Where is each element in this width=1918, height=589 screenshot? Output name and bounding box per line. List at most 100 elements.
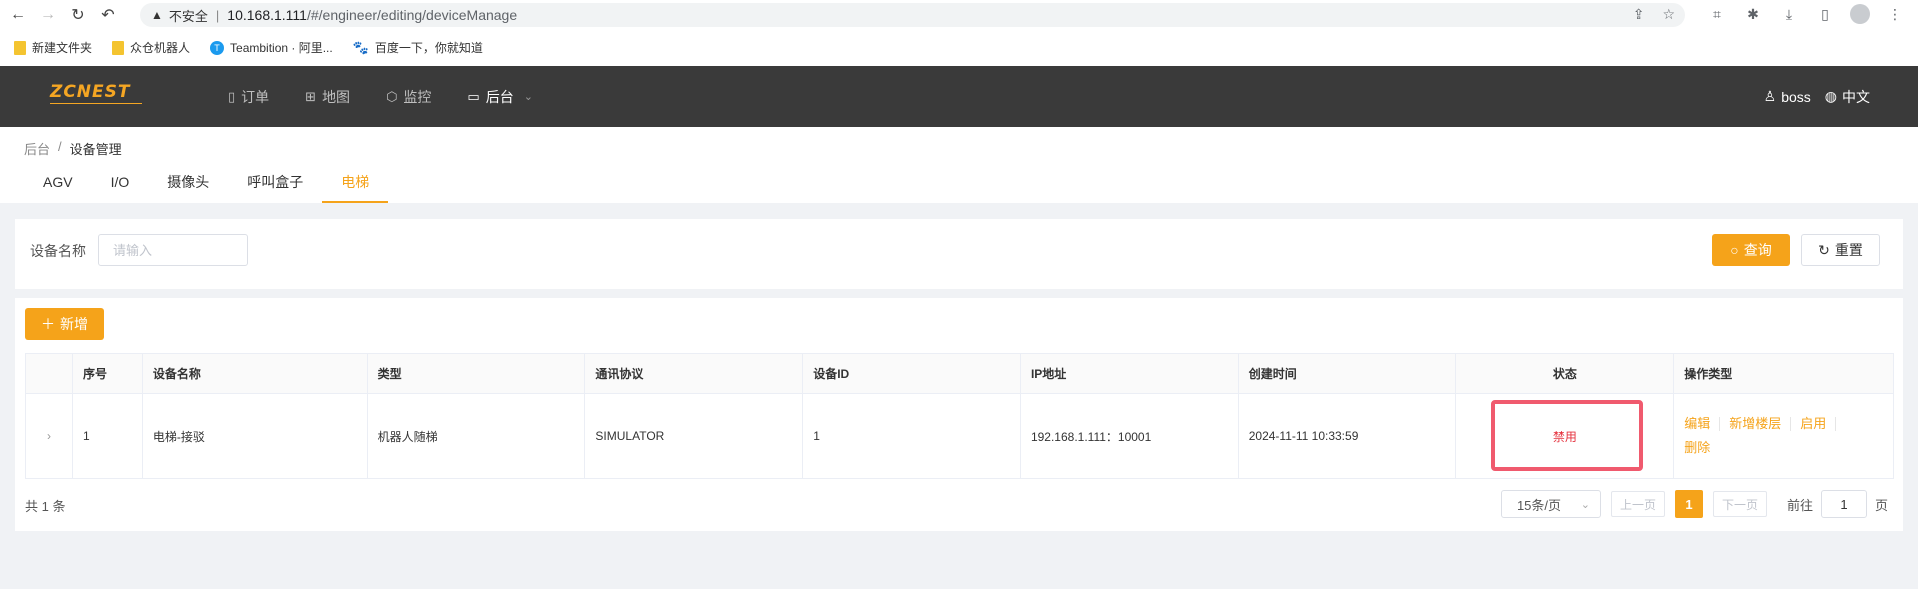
header-user-area: ♙ boss ◍ 中文 [1764, 66, 1870, 127]
header-ip: IP地址 [1021, 354, 1239, 393]
tab-io[interactable]: I/O [92, 161, 149, 203]
header-expand [26, 354, 73, 393]
language-label: 中文 [1842, 88, 1870, 105]
header-actions: 操作类型 [1684, 367, 1733, 381]
bookmark-label: 百度一下，你就知道 [374, 41, 483, 55]
bookmark-item[interactable]: T Teambition · 阿里... [210, 39, 333, 56]
tab-elevator[interactable]: 电梯 [322, 161, 389, 203]
breadcrumb-root[interactable]: 后台 [24, 139, 50, 158]
cell-status: 禁用 [1456, 394, 1675, 478]
page-jump: 前往 页 [1787, 490, 1888, 518]
reload-icon[interactable]: ↻ [66, 3, 90, 27]
nav-item-monitor[interactable]: ⬡ 监控 [386, 87, 431, 107]
profile-avatar[interactable] [1850, 4, 1870, 24]
cell-protocol: SIMULATOR [585, 394, 804, 478]
menu-icon[interactable]: ⋮ [1884, 3, 1906, 25]
enable-link[interactable]: 启用 [1800, 417, 1837, 431]
tab-call-box[interactable]: 呼叫盒子 [228, 161, 322, 203]
star-icon[interactable]: ☆ [1662, 6, 1675, 23]
app-header: ZCNEST ▯ 订单 ⊞ 地图 ⬡ 监控 ▭ 后台 ⌄ ♙ boss ◍ 中文 [0, 66, 1918, 127]
browser-toolbar: ← → ↻ ↶ ▲ 不安全 | 10.168.1.111/#/engineer/… [0, 0, 1918, 29]
delete-link[interactable]: 删除 [1684, 441, 1719, 455]
logo[interactable]: ZCNEST [50, 82, 142, 110]
nav-item-orders[interactable]: ▯ 订单 [228, 87, 269, 107]
device-name-input[interactable] [98, 234, 248, 266]
download-icon[interactable]: ⤓ [1778, 3, 1800, 25]
logo-underline [50, 103, 142, 104]
chevron-down-icon: ⌄ [523, 91, 533, 103]
extensions-icon[interactable]: ✱ [1742, 3, 1764, 25]
address-separator: | [215, 7, 220, 23]
language-switch[interactable]: ◍ 中文 [1825, 87, 1870, 107]
bookmark-label: Teambition · 阿里... [230, 41, 333, 55]
nav-label: 地图 [322, 88, 351, 105]
device-name-label: 设备名称 [30, 243, 86, 259]
breadcrumb-current: 设备管理 [69, 142, 122, 157]
reset-label: 重置 [1834, 242, 1863, 258]
nav-item-backend[interactable]: ▭ 后台 ⌄ [467, 87, 533, 107]
nav-label: 后台 [485, 88, 514, 105]
bookmark-item[interactable]: 新建文件夹 [14, 39, 92, 56]
nav-item-map[interactable]: ⊞ 地图 [305, 87, 350, 107]
reset-button[interactable]: ↻ 重置 [1801, 234, 1880, 266]
breadcrumb: 后台 / 设备管理 [24, 139, 122, 158]
baidu-icon: 🐾 [352, 39, 369, 55]
table-header: 序号 设备名称 类型 通讯协议 设备ID IP地址 创建时间 状态 操作类型 [26, 354, 1893, 394]
goto-prefix: 前往 [1786, 497, 1813, 513]
goto-page-input[interactable] [1820, 490, 1867, 518]
share-icon[interactable]: ⇪ [1633, 6, 1645, 23]
device-table: 序号 设备名称 类型 通讯协议 设备ID IP地址 创建时间 状态 操作类型 ›… [25, 353, 1894, 479]
action-links: 编辑 新增楼层 启用 删除 [1684, 417, 1854, 455]
nav-label: 订单 [241, 88, 270, 105]
search-icon: ○ [1730, 242, 1739, 258]
cell-index: 1 [73, 394, 143, 478]
expand-chevron-icon[interactable]: › [26, 394, 73, 478]
table-row: › 1 电梯-接驳 机器人随梯 SIMULATOR 1 192.168.1.11… [26, 394, 1893, 478]
folder-icon [14, 40, 26, 55]
cell-ip: 192.168.1.111：10001 [1021, 394, 1239, 478]
undo-icon[interactable]: ↶ [96, 3, 120, 27]
tab-camera[interactable]: 摄像头 [148, 161, 228, 203]
top-nav: ▯ 订单 ⊞ 地图 ⬡ 监控 ▭ 后台 ⌄ [228, 66, 533, 127]
pagination: 15条/页 ⌄ 上一页 1 下一页 前往 页 [1500, 490, 1888, 518]
forward-arrow-icon[interactable]: → [36, 3, 60, 27]
nav-label: 监控 [403, 88, 432, 105]
url-text: 10.168.1.111/#/engineer/editing/deviceMa… [227, 7, 517, 23]
refresh-icon: ↻ [1818, 241, 1830, 258]
page-size-select[interactable]: 15条/页 ⌄ [1500, 490, 1601, 518]
address-bar[interactable]: ▲ 不安全 | 10.168.1.111/#/engineer/editing/… [140, 3, 1685, 27]
next-page-button[interactable]: 下一页 [1712, 491, 1767, 517]
edit-link[interactable]: 编辑 [1684, 417, 1721, 431]
url-host: 10.168.1.111 [227, 7, 307, 23]
back-arrow-icon[interactable]: ← [6, 3, 30, 27]
user-menu[interactable]: ♙ boss [1764, 88, 1811, 105]
bookmark-item[interactable]: 众仓机器人 [112, 39, 190, 56]
username: boss [1781, 88, 1811, 105]
cell-created: 2024-11-11 10:33:59 [1239, 394, 1457, 478]
plus-icon: ＋ [41, 316, 55, 332]
crop-icon[interactable]: ⌗ [1706, 3, 1728, 25]
bookmark-label: 众仓机器人 [130, 41, 191, 55]
chevron-down-icon: ⌄ [1580, 498, 1590, 511]
header-index: 序号 [73, 354, 143, 393]
globe-icon: ◍ [1824, 88, 1837, 104]
header-device-id: 设备ID [803, 354, 1021, 393]
header-type: 类型 [368, 354, 586, 393]
cell-name: 电梯-接驳 [143, 394, 368, 478]
cell-type: 机器人随梯 [368, 394, 586, 478]
page-size-value: 15条/页 [1516, 497, 1562, 513]
bookmark-item[interactable]: 🐾 百度一下，你就知道 [353, 39, 483, 56]
sidebar-icon[interactable]: ▯ [1814, 3, 1836, 25]
tab-agv[interactable]: AGV [24, 161, 92, 203]
add-floor-link[interactable]: 新增楼层 [1729, 417, 1792, 431]
page-number-current[interactable]: 1 [1674, 490, 1703, 518]
prev-page-button[interactable]: 上一页 [1610, 491, 1665, 517]
add-button[interactable]: ＋ 新增 [25, 308, 104, 340]
breadcrumb-separator: / [58, 139, 62, 154]
total-count: 共 1 条 [25, 499, 66, 514]
header-status: 状态 [1456, 354, 1675, 393]
bookmarks-bar: 新建文件夹 众仓机器人 T Teambition · 阿里... 🐾 百度一下，… [0, 29, 1918, 66]
query-button[interactable]: ○ 查询 [1712, 234, 1790, 266]
header-protocol: 通讯协议 [585, 354, 804, 393]
sub-header: 后台 / 设备管理 AGV I/O 摄像头 呼叫盒子 电梯 [0, 127, 1918, 203]
